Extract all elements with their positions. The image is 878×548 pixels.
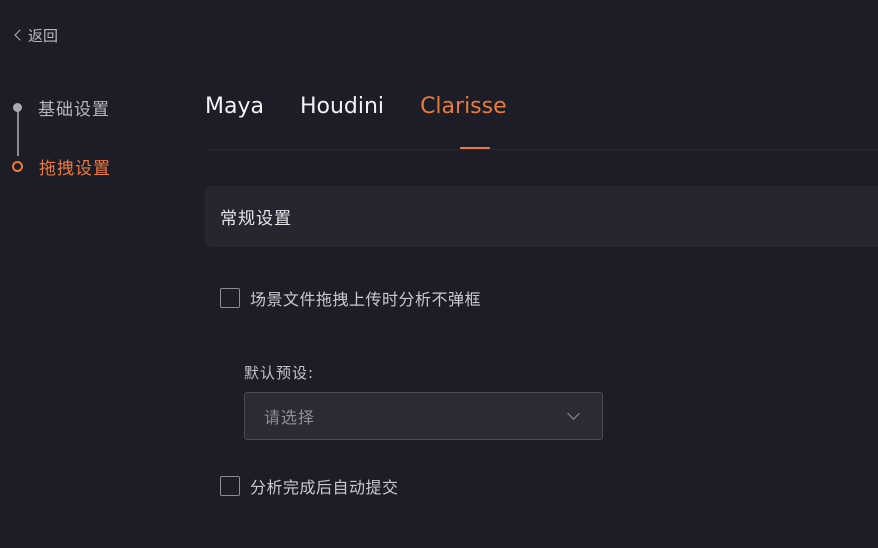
tab-houdini[interactable]: Houdini	[300, 90, 384, 124]
step-active-dot-icon	[12, 160, 23, 172]
section-title: 常规设置	[220, 209, 292, 229]
no-popup-option[interactable]: 场景文件拖拽上传时分析不弹框	[220, 287, 481, 309]
step-completed-dot-icon	[13, 102, 22, 112]
step-basic-settings[interactable]: 基础设置	[8, 94, 110, 120]
back-button[interactable]: 返回	[12, 24, 58, 46]
auto-submit-checkbox[interactable]	[220, 476, 240, 496]
tab-clarisse[interactable]: Clarisse	[420, 90, 507, 124]
tab-maya[interactable]: Maya	[205, 90, 264, 124]
step-drag-settings[interactable]: 拖拽设置	[8, 153, 111, 179]
step-label: 基础设置	[38, 99, 110, 120]
step-label: 拖拽设置	[39, 158, 111, 179]
auto-submit-option[interactable]: 分析完成后自动提交	[220, 475, 399, 497]
tabs-divider	[205, 149, 878, 150]
preset-label: 默认预设:	[244, 364, 315, 382]
preset-select-placeholder: 请选择	[264, 408, 316, 427]
back-label: 返回	[28, 26, 59, 45]
software-tabs: Maya Houdini Clarisse	[205, 90, 507, 124]
drag-settings-page: 返回 基础设置 拖拽设置 Maya Houdini Clarisse 常规设置 …	[0, 0, 878, 548]
no-popup-checkbox[interactable]	[220, 288, 240, 308]
preset-select[interactable]: 请选择	[244, 392, 603, 440]
auto-submit-label: 分析完成后自动提交	[250, 478, 399, 497]
section-header: 常规设置	[205, 186, 878, 247]
no-popup-label: 场景文件拖拽上传时分析不弹框	[250, 290, 482, 309]
chevron-down-icon	[567, 407, 580, 420]
chevron-left-icon	[14, 29, 26, 41]
